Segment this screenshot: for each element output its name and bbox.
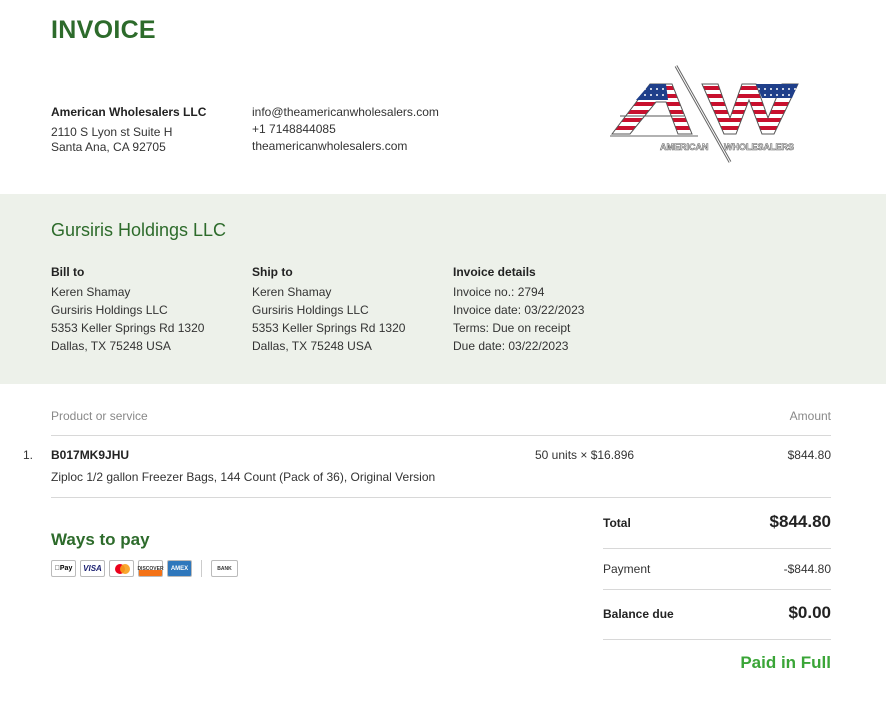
table-header-divider [51,435,831,436]
logo-caption-left: AMERICAN [660,142,709,152]
ship-to-line: Dallas, TX 75248 USA [252,339,372,353]
seller-website: theamericanwholesalers.com [252,139,408,153]
seller-email: info@theamericanwholesalers.com [252,105,439,119]
bill-to-line: 5353 Keller Springs Rd 1320 [51,321,205,335]
logo-letter-w [701,83,799,135]
payment-divider [201,560,202,577]
mastercard-icon [109,560,134,577]
visa-icon: VISA [80,560,105,577]
amex-icon: AMEX [167,560,192,577]
invoice-terms: Terms: Due on receipt [453,321,571,335]
ways-to-pay-heading: Ways to pay [51,530,150,549]
seller-address-line2: Santa Ana, CA 92705 [51,140,166,154]
paid-status: Paid in Full [740,653,831,672]
totals-divider [603,639,831,640]
line-number: 1. [23,448,34,462]
ship-to-line: Gursiris Holdings LLC [252,303,369,317]
balance-due-value: $0.00 [788,603,831,622]
ship-to-heading: Ship to [252,265,293,279]
seller-name: American Wholesalers LLC [51,105,207,119]
invoice-details-heading: Invoice details [453,265,536,279]
company-logo: AMERICAN WHOLESALERS [610,65,799,163]
column-header-amount: Amount [789,409,831,423]
seller-phone: +1 7148844085 [252,122,336,136]
logo-caption-right: WHOLESALERS [724,142,794,152]
apple-pay-label: Pay [57,565,72,572]
payment-label: Payment [603,562,651,576]
logo-letter-a [610,83,693,135]
column-header-product: Product or service [51,409,148,423]
ship-to-block: Ship to Keren Shamay Gursiris Holdings L… [252,263,405,355]
invoice-date: Invoice date: 03/22/2023 [453,303,585,317]
bill-to-line: Dallas, TX 75248 USA [51,339,171,353]
seller-address-line1: 2110 S Lyon st Suite H [51,125,173,139]
ship-to-line: Keren Shamay [252,285,332,299]
invoice-number: Invoice no.: 2794 [453,285,545,299]
invoice-title: INVOICE [51,16,156,44]
apple-pay-icon: Pay [51,560,76,577]
bank-icon: BANK [211,560,238,577]
customer-name: Gursiris Holdings LLC [51,220,227,240]
bill-to-line: Gursiris Holdings LLC [51,303,168,317]
discover-icon: DISCOVER [137,560,164,577]
table-footer-divider [51,497,831,498]
totals-divider [603,589,831,590]
total-label: Total [603,516,631,530]
line-description: Ziploc 1/2 gallon Freezer Bags, 144 Coun… [51,470,436,484]
invoice-due-date: Due date: 03/22/2023 [453,339,569,353]
ship-to-line: 5353 Keller Springs Rd 1320 [252,321,406,335]
bill-to-heading: Bill to [51,265,85,279]
bill-to-line: Keren Shamay [51,285,131,299]
line-sku: B017MK9JHU [51,448,130,462]
payment-methods: Pay VISA DISCOVER AMEX BANK [51,560,238,577]
payment-value: -$844.80 [783,562,831,576]
line-amount: $844.80 [787,448,831,462]
invoice-details-block: Invoice details Invoice no.: 2794 Invoic… [453,263,584,355]
totals-divider [603,548,831,549]
balance-due-label: Balance due [603,607,674,621]
seller-address: 2110 S Lyon st Suite H Santa Ana, CA 927… [51,125,172,155]
line-quantity: 50 units × $16.896 [535,448,635,462]
seller-contact: info@theamericanwholesalers.com +1 71488… [252,104,439,155]
bill-to-block: Bill to Keren Shamay Gursiris Holdings L… [51,263,204,355]
total-value: $844.80 [769,512,831,531]
